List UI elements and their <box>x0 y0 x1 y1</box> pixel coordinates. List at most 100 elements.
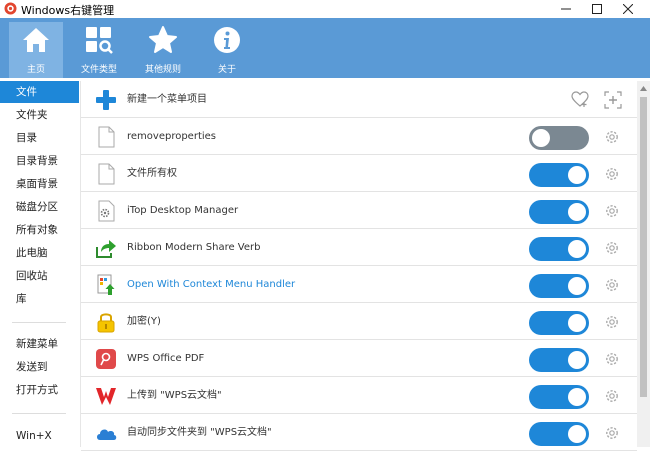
menu-item-label: WPS Office PDF <box>127 353 205 364</box>
maximize-icon <box>592 4 602 14</box>
main-toolbar: 主页 文件类型 其他规则 关于 <box>0 18 650 78</box>
menu-item-label: Open With Context Menu Handler <box>127 279 296 290</box>
toggle-knob <box>568 425 586 443</box>
scroll-up-icon[interactable] <box>639 85 648 93</box>
close-button[interactable] <box>613 0 643 18</box>
tab-file-types[interactable]: 文件类型 <box>72 22 126 78</box>
sidebar-divider <box>12 322 66 323</box>
window-title: Windows右键管理 <box>21 4 115 17</box>
menu-item-row[interactable]: iTop Desktop Manager <box>81 192 637 229</box>
menu-item-label: 文件所有权 <box>127 168 177 179</box>
menu-item-row[interactable]: removeproperties <box>81 118 637 155</box>
toggle-knob <box>568 166 586 184</box>
vertical-scrollbar[interactable] <box>637 81 650 447</box>
new-menu-item-row[interactable]: 新建一个菜单项目 <box>81 81 637 118</box>
cloud-icon <box>97 429 117 440</box>
menu-item-row[interactable]: 加密(Y) <box>81 303 637 340</box>
gear-icon[interactable] <box>604 240 620 256</box>
scrollbar-thumb[interactable] <box>640 97 647 397</box>
enable-toggle[interactable] <box>529 348 589 372</box>
menu-item-row[interactable]: WPS Office PDF <box>81 340 637 377</box>
tab-home[interactable]: 主页 <box>9 22 63 78</box>
menu-item-label: 自动同步文件夹到 "WPS云文档" <box>127 427 272 438</box>
gear-icon[interactable] <box>604 351 620 367</box>
tab-about[interactable]: 关于 <box>200 22 254 78</box>
tab-other-rules[interactable]: 其他规则 <box>136 22 190 78</box>
sidebar-item-win-x[interactable]: Win+X <box>0 425 79 447</box>
enable-toggle[interactable] <box>529 311 589 335</box>
enable-toggle[interactable] <box>529 385 589 409</box>
add-frame-icon[interactable] <box>604 91 622 109</box>
menu-item-label: Ribbon Modern Share Verb <box>127 242 261 253</box>
enable-toggle[interactable] <box>529 163 589 187</box>
sidebar-item-drive[interactable]: 磁盘分区 <box>0 196 79 218</box>
tab-other-rules-label: 其他规则 <box>144 65 181 75</box>
app-logo-icon <box>4 2 17 15</box>
menu-item-row[interactable]: 上传到 "WPS云文档" <box>81 377 637 414</box>
sidebar-item-open-with[interactable]: 打开方式 <box>0 379 79 401</box>
toggle-knob <box>568 203 586 221</box>
toggle-knob <box>568 351 586 369</box>
tab-about-label: 关于 <box>217 65 236 75</box>
sidebar-item-desktop-background[interactable]: 桌面背景 <box>0 173 79 195</box>
blank-file-icon <box>98 126 115 148</box>
file-types-icon <box>86 27 113 54</box>
sidebar-item-this-pc[interactable]: 此电脑 <box>0 242 79 264</box>
favorite-heart-icon[interactable] <box>571 91 589 109</box>
gear-icon[interactable] <box>604 203 620 219</box>
title-bar: Windows右键管理 <box>0 0 650 18</box>
menu-item-row[interactable]: 自动同步文件夹到 "WPS云文档" <box>81 414 637 451</box>
menu-item-row[interactable]: Open With Context Menu Handler <box>81 266 637 303</box>
menu-item-label: iTop Desktop Manager <box>127 205 239 216</box>
toggle-knob <box>532 129 550 147</box>
tab-file-types-label: 文件类型 <box>80 65 117 75</box>
toggle-knob <box>568 277 586 295</box>
gear-icon[interactable] <box>604 314 620 330</box>
star-icon <box>149 26 177 53</box>
home-icon <box>23 28 49 52</box>
gear-icon[interactable] <box>604 166 620 182</box>
open-with-icon <box>97 274 115 295</box>
enable-toggle[interactable] <box>529 274 589 298</box>
menu-item-row[interactable]: 文件所有权 <box>81 155 637 192</box>
sidebar-item-recycle-bin[interactable]: 回收站 <box>0 265 79 287</box>
sidebar-item-directory[interactable]: 目录 <box>0 127 79 149</box>
gear-icon[interactable] <box>604 277 620 293</box>
menu-item-label: 上传到 "WPS云文档" <box>127 390 222 401</box>
toggle-knob <box>568 240 586 258</box>
info-icon <box>214 27 240 53</box>
sidebar-item-send-to[interactable]: 发送到 <box>0 356 79 378</box>
enable-toggle[interactable] <box>529 422 589 446</box>
gear-file-icon <box>98 200 115 222</box>
maximize-button[interactable] <box>582 0 612 18</box>
sidebar-item-folder[interactable]: 文件夹 <box>0 104 79 126</box>
wps-pdf-icon <box>96 349 116 369</box>
sidebar-item-file[interactable]: 文件 <box>0 81 79 103</box>
wps-logo-icon <box>96 388 116 405</box>
enable-toggle[interactable] <box>529 237 589 261</box>
menu-item-label: removeproperties <box>127 131 217 142</box>
enable-toggle[interactable] <box>529 200 589 224</box>
gear-icon[interactable] <box>604 129 620 145</box>
sidebar-item-library[interactable]: 库 <box>0 288 79 310</box>
sidebar-item-all-objects[interactable]: 所有对象 <box>0 219 79 241</box>
plus-icon <box>96 90 116 110</box>
new-menu-item-label: 新建一个菜单项目 <box>127 94 207 105</box>
sidebar-item-directory-background[interactable]: 目录背景 <box>0 150 79 172</box>
menu-item-row[interactable]: Ribbon Modern Share Verb <box>81 229 637 266</box>
close-icon <box>623 4 633 14</box>
blank-file-icon <box>98 163 115 185</box>
share-arrow-icon <box>96 240 116 258</box>
sidebar: 文件 文件夹 目录 目录背景 桌面背景 磁盘分区 所有对象 此电脑 回收站 库 … <box>0 81 81 447</box>
menu-item-list: 新建一个菜单项目 removeproperties 文件所有权 iTop Des… <box>81 81 637 451</box>
menu-item-label: 加密(Y) <box>127 316 161 327</box>
minimize-icon <box>561 8 571 10</box>
minimize-button[interactable] <box>551 0 581 18</box>
sidebar-divider <box>12 413 66 414</box>
gear-icon[interactable] <box>604 388 620 404</box>
sidebar-item-new-menu[interactable]: 新建菜单 <box>0 333 79 355</box>
gear-icon[interactable] <box>604 425 620 441</box>
lock-icon <box>97 313 115 333</box>
toggle-knob <box>568 388 586 406</box>
enable-toggle[interactable] <box>529 126 589 150</box>
